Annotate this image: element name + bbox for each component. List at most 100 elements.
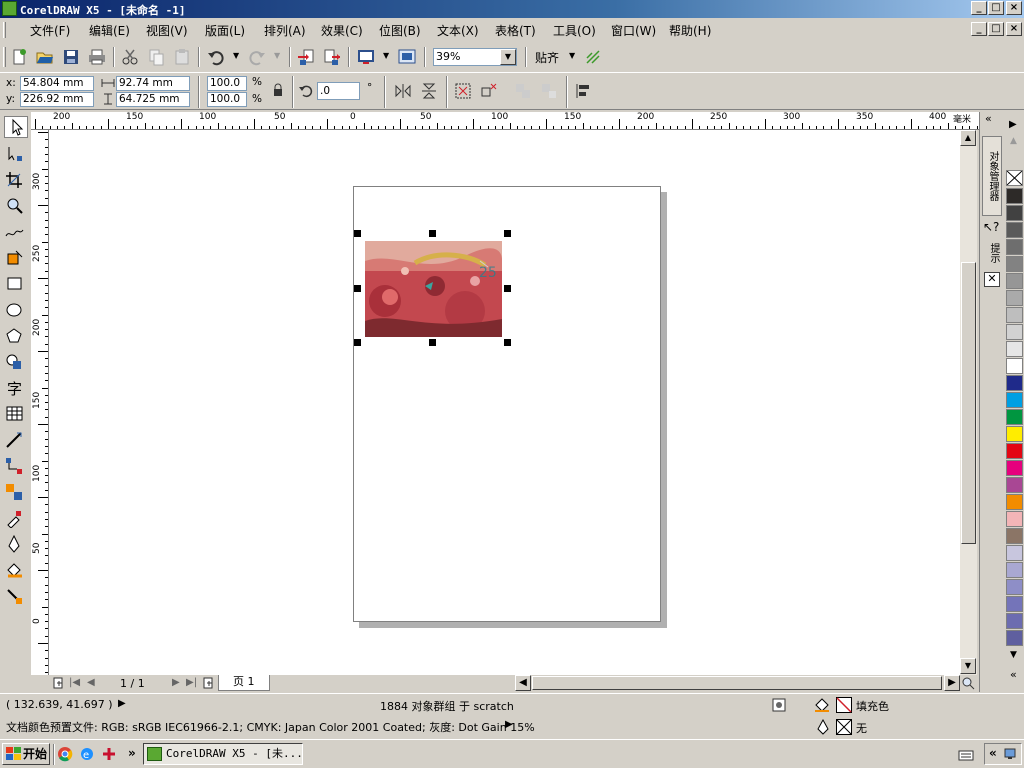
color-swatch[interactable]: [1006, 222, 1023, 238]
app-quicklaunch-icon[interactable]: [101, 746, 117, 762]
vertical-ruler[interactable]: 300 250 200 150 100 50 0: [31, 130, 49, 675]
color-swatch[interactable]: [1006, 341, 1023, 357]
selection-handle[interactable]: [504, 285, 511, 292]
rectangle-tool[interactable]: [4, 274, 28, 296]
docker-close-icon[interactable]: ✕: [984, 272, 1000, 287]
last-page-icon[interactable]: ▶|: [186, 677, 197, 688]
menu-window[interactable]: 窗口(W): [611, 22, 656, 39]
color-swatch[interactable]: [1006, 613, 1023, 629]
snap-dropdown-icon[interactable]: ▼: [569, 51, 575, 60]
color-swatch[interactable]: [1006, 460, 1023, 476]
close-button[interactable]: ×: [1006, 1, 1022, 15]
palette-scroll-up-icon[interactable]: ▲: [1010, 136, 1017, 146]
palette-expand-icon[interactable]: «: [1010, 668, 1017, 681]
app-launcher-icon[interactable]: [357, 48, 375, 66]
next-page-icon[interactable]: ▶: [172, 677, 180, 688]
color-swatch[interactable]: [1006, 562, 1023, 578]
color-swatch[interactable]: [1006, 392, 1023, 408]
scroll-up-icon[interactable]: ▲: [960, 130, 976, 146]
color-swatch[interactable]: [1006, 188, 1023, 204]
mirror-horizontal-icon[interactable]: [394, 82, 412, 100]
redo-dropdown-icon[interactable]: ▼: [274, 51, 280, 60]
open-icon[interactable]: [36, 48, 54, 66]
color-swatch[interactable]: [1006, 273, 1023, 289]
horizontal-ruler[interactable]: 200 150 100 50 0 50 100 150 200 250 300 …: [31, 112, 979, 130]
maximize-button[interactable]: □: [988, 1, 1004, 15]
menu-view[interactable]: 视图(V): [146, 22, 188, 39]
no-color-swatch[interactable]: [1006, 170, 1023, 186]
palette-scroll-down-icon[interactable]: ▼: [1010, 650, 1017, 660]
color-swatch[interactable]: [1006, 596, 1023, 612]
doc-restore-button[interactable]: □: [988, 22, 1004, 36]
smart-fill-tool[interactable]: [4, 248, 28, 270]
print-icon[interactable]: [88, 48, 106, 66]
page-tab[interactable]: 页 1: [218, 675, 270, 691]
color-swatch[interactable]: [1006, 630, 1023, 646]
vertical-scrollbar[interactable]: ▲ ▼: [960, 130, 977, 675]
shape-tool[interactable]: [4, 144, 28, 166]
selection-handle[interactable]: [429, 230, 436, 237]
outline-swatch-icon[interactable]: [836, 719, 852, 735]
menu-tools[interactable]: 工具(O): [553, 22, 596, 39]
hints-icon[interactable]: ↖?: [983, 220, 999, 234]
docker-collapse-icon[interactable]: «: [985, 112, 992, 125]
quicklaunch-more-icon[interactable]: »: [128, 746, 136, 760]
undo-icon[interactable]: [207, 48, 225, 66]
color-swatch[interactable]: [1006, 307, 1023, 323]
blend-tool[interactable]: [4, 482, 28, 504]
color-swatch[interactable]: [1006, 205, 1023, 221]
color-swatch[interactable]: [1006, 579, 1023, 595]
color-swatch[interactable]: [1006, 545, 1023, 561]
connector-tool[interactable]: [4, 456, 28, 478]
color-swatch[interactable]: [1006, 358, 1023, 374]
add-page-after-icon[interactable]: [203, 677, 215, 689]
doc-minimize-button[interactable]: _: [971, 22, 987, 36]
keyboard-tray-icon[interactable]: [958, 748, 974, 762]
color-swatch[interactable]: [1006, 290, 1023, 306]
welcome-screen-icon[interactable]: [398, 48, 416, 66]
freehand-tool[interactable]: [4, 222, 28, 244]
tray-expand-icon[interactable]: «: [989, 746, 997, 760]
menu-text[interactable]: 文本(X): [437, 22, 479, 39]
export-icon[interactable]: [323, 48, 341, 66]
minimize-button[interactable]: _: [971, 1, 987, 15]
color-swatch[interactable]: [1006, 426, 1023, 442]
zoom-tool[interactable]: [4, 196, 28, 218]
menu-table[interactable]: 表格(T): [495, 22, 536, 39]
object-manager-tab[interactable]: 对象管理器: [982, 136, 1002, 216]
scroll-left-icon[interactable]: ◀: [515, 675, 531, 691]
color-swatch[interactable]: [1006, 324, 1023, 340]
width-field[interactable]: 92.74 mm: [116, 76, 190, 91]
menu-help[interactable]: 帮助(H): [669, 22, 711, 39]
first-page-icon[interactable]: |◀: [69, 677, 80, 688]
snap-to-menu[interactable]: 贴齐: [535, 49, 559, 66]
color-swatch[interactable]: [1006, 477, 1023, 493]
scroll-down-icon[interactable]: ▼: [960, 658, 976, 674]
mirror-vertical-icon[interactable]: [420, 82, 438, 100]
break-apart-icon[interactable]: [540, 82, 558, 100]
new-icon[interactable]: [10, 48, 28, 66]
selection-handle[interactable]: [429, 339, 436, 346]
selection-handle[interactable]: [504, 339, 511, 346]
y-position-field[interactable]: 226.92 mm: [20, 92, 94, 107]
taskbar-coreldraw-task[interactable]: CorelDRAW X5 - [未...: [143, 743, 303, 765]
menu-arrange[interactable]: 排列(A): [264, 22, 306, 39]
x-position-field[interactable]: 54.804 mm: [20, 76, 94, 91]
selection-handle[interactable]: [354, 339, 361, 346]
add-page-before-icon[interactable]: [53, 677, 65, 689]
coreldraw-app-icon[interactable]: [2, 1, 17, 16]
navigator-icon[interactable]: [961, 676, 975, 690]
selection-handle[interactable]: [504, 230, 511, 237]
color-swatch[interactable]: [1006, 494, 1023, 510]
color-swatch[interactable]: [1006, 511, 1023, 527]
color-swatch[interactable]: [1006, 528, 1023, 544]
table-tool[interactable]: [4, 404, 28, 426]
selected-bitmap-group[interactable]: 25: [365, 241, 502, 337]
pick-tool[interactable]: [4, 116, 28, 138]
import-icon[interactable]: [297, 48, 315, 66]
scale-x-field[interactable]: 100.0: [207, 76, 247, 91]
menu-bitmaps[interactable]: 位图(B): [379, 22, 421, 39]
dimension-tool[interactable]: [4, 430, 28, 452]
vertical-scroll-thumb[interactable]: [961, 262, 976, 544]
selection-handle[interactable]: [354, 230, 361, 237]
